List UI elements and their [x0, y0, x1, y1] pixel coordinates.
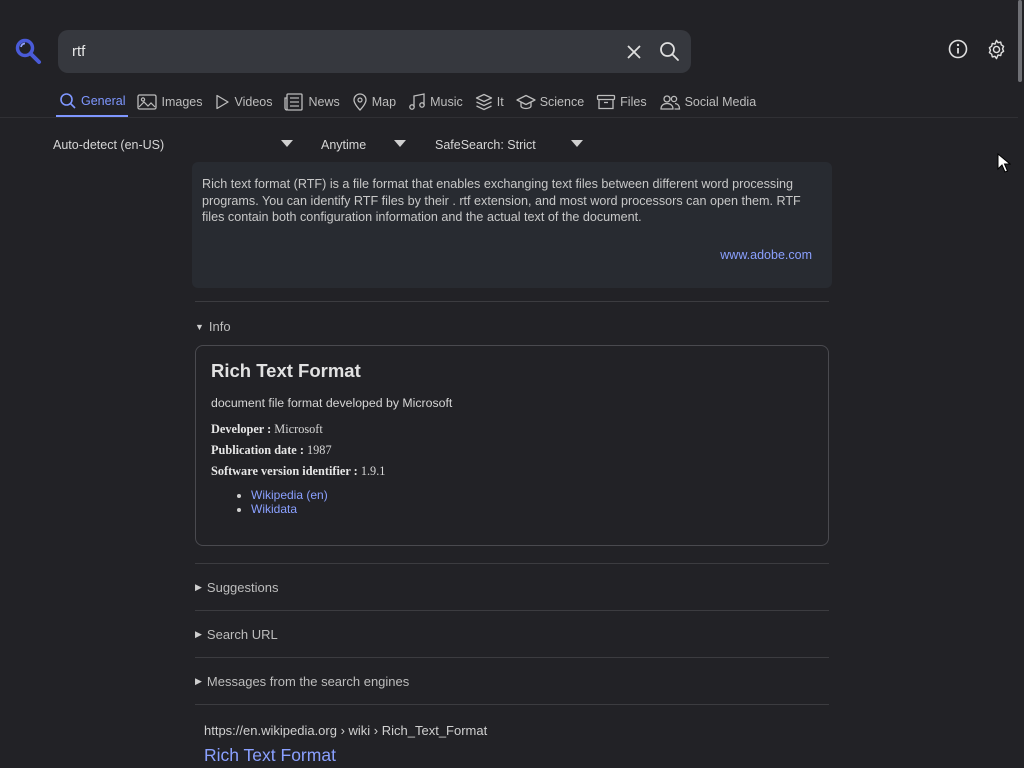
info-icon[interactable]	[947, 38, 969, 60]
search-input[interactable]	[72, 30, 612, 73]
tab-label: Files	[620, 95, 647, 109]
result-url[interactable]: https://en.wikipedia.org › wiki › Rich_T…	[204, 723, 487, 738]
list-item: Wikipedia (en)	[251, 488, 813, 502]
tab-files[interactable]: Files	[593, 90, 649, 114]
infobox-row-label: Publication date :	[211, 443, 304, 457]
infobox-description: document file format developed by Micros…	[211, 396, 453, 410]
tab-label: Social Media	[684, 95, 757, 109]
suggestions-label: Suggestions	[206, 580, 279, 595]
engine-messages-label: Messages from the search engines	[206, 674, 410, 689]
layers-icon	[475, 93, 492, 111]
info-toggle-label: Info	[208, 319, 231, 334]
tab-news[interactable]: News	[281, 90, 342, 114]
infobox-row: Publication date : 1987	[211, 443, 813, 458]
music-note-icon	[409, 93, 425, 110]
answer-box: Rich text format (RTF) is a file format …	[192, 162, 832, 288]
wikidata-link[interactable]: Wikidata	[251, 502, 297, 516]
wikipedia-link[interactable]: Wikipedia (en)	[251, 488, 328, 502]
tab-label: Videos	[234, 95, 273, 109]
language-select-value: Auto-detect (en-US)	[53, 138, 165, 152]
infobox-row: Software version identifier : 1.9.1	[211, 464, 813, 479]
gear-icon[interactable]	[985, 38, 1008, 61]
safesearch-select[interactable]: SafeSearch: Strict	[435, 136, 536, 154]
tab-label: News	[308, 95, 340, 109]
search-bar	[58, 30, 691, 73]
suggestions-toggle[interactable]: ▶ Suggestions	[195, 580, 278, 595]
tab-videos[interactable]: Videos	[211, 90, 275, 114]
caret-right-icon: ▶	[195, 582, 202, 592]
time-range-value: Anytime	[321, 138, 367, 152]
section-divider	[195, 657, 829, 658]
infobox-row-value: 1.9.1	[360, 464, 386, 478]
tab-label: Science	[539, 95, 585, 109]
list-item: Wikidata	[251, 502, 813, 516]
tab-label: Images	[161, 95, 203, 109]
play-icon	[216, 94, 230, 110]
chevron-down-icon[interactable]	[394, 140, 406, 147]
infobox-row-value: Microsoft	[274, 422, 323, 436]
tab-label: Map	[371, 95, 397, 109]
result-title-link[interactable]: Rich Text Format	[204, 745, 336, 766]
chevron-down-icon[interactable]	[571, 140, 583, 147]
caret-down-icon: ▼	[195, 321, 204, 332]
infobox-row: Developer : Microsoft	[211, 422, 813, 437]
graduation-cap-icon	[516, 94, 536, 110]
image-icon	[137, 94, 158, 110]
tab-social-media[interactable]: Social Media	[656, 90, 760, 114]
time-range-select[interactable]: Anytime	[321, 136, 366, 154]
newspaper-icon	[284, 93, 304, 111]
answer-source-link[interactable]: www.adobe.com	[720, 248, 812, 262]
safesearch-value: SafeSearch: Strict	[435, 138, 536, 152]
infobox-row-label: Software version identifier :	[211, 464, 358, 478]
info-toggle[interactable]: ▼ Info	[195, 319, 231, 334]
engine-messages-toggle[interactable]: ▶ Messages from the search engines	[195, 674, 409, 689]
tab-label: It	[496, 95, 504, 109]
header-divider	[0, 117, 1018, 118]
search-url-label: Search URL	[206, 627, 278, 642]
infobox: Rich Text Format document file format de…	[195, 345, 829, 546]
search-page: General Images Videos News Map Music It	[0, 0, 1024, 768]
tab-label: Music	[430, 95, 463, 109]
chevron-down-icon[interactable]	[281, 140, 293, 147]
searxng-logo-icon[interactable]	[14, 37, 42, 65]
tab-it[interactable]: It	[472, 90, 507, 114]
infobox-row-label: Developer :	[211, 422, 272, 436]
tab-images[interactable]: Images	[134, 90, 205, 114]
section-divider	[195, 563, 829, 564]
search-icon	[60, 93, 76, 109]
search-url-toggle[interactable]: ▶ Search URL	[195, 627, 278, 642]
clear-icon[interactable]	[624, 42, 644, 62]
map-pin-icon	[353, 93, 367, 111]
tab-science[interactable]: Science	[513, 90, 587, 114]
answer-text: Rich text format (RTF) is a file format …	[202, 177, 801, 224]
scrollbar[interactable]	[1018, 0, 1022, 82]
infobox-title: Rich Text Format	[211, 360, 361, 381]
tab-music[interactable]: Music	[405, 90, 466, 114]
infobox-row-value: 1987	[307, 443, 332, 457]
caret-right-icon: ▶	[195, 676, 202, 686]
mouse-cursor-icon	[997, 153, 1011, 173]
caret-right-icon: ▶	[195, 629, 202, 639]
archive-box-icon	[597, 94, 616, 110]
tab-map[interactable]: Map	[349, 90, 399, 114]
section-divider	[195, 301, 829, 302]
section-divider	[195, 610, 829, 611]
tab-label: General	[81, 94, 126, 108]
people-icon	[659, 95, 680, 110]
section-divider	[195, 704, 829, 705]
infobox-links: Wikipedia (en) Wikidata	[251, 488, 813, 516]
category-tabs: General Images Videos News Map Music It	[56, 90, 765, 117]
search-icon[interactable]	[658, 40, 680, 62]
language-select[interactable]: Auto-detect (en-US)	[53, 136, 164, 154]
tab-general[interactable]: General	[56, 90, 129, 117]
